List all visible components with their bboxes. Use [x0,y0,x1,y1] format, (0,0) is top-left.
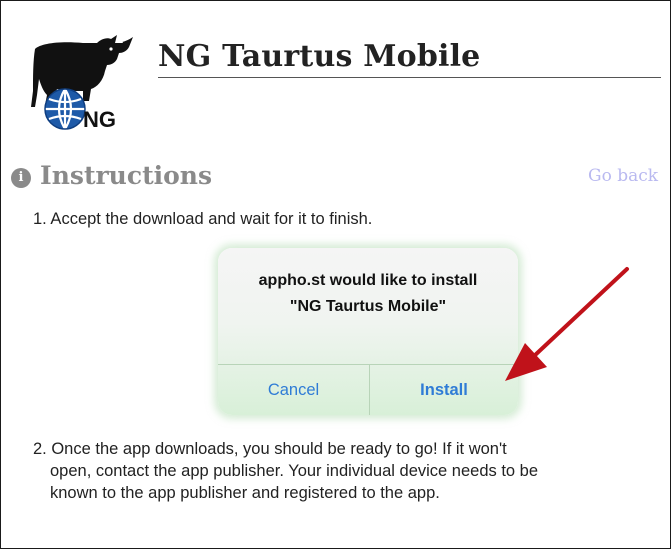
dialog-message-line1: appho.st would like to install [258,272,478,289]
red-arrow-icon [505,267,629,381]
dialog-message: appho.st would like to install "NG Taurt… [218,268,518,320]
logo-text: NG [83,107,116,132]
step-2-text: 2. Once the app downloads, you should be… [33,438,633,504]
go-back-link[interactable]: Go back [588,166,658,186]
step-2-line1: 2. Once the app downloads, you should be… [33,440,507,458]
instructions-page: NG NG Taurtus Mobile i Instructions Go b… [0,0,671,549]
title-divider [158,77,661,78]
info-icon: i [11,168,31,188]
step-2-line3: known to the app publisher and registere… [50,484,440,502]
globe-icon [44,88,86,130]
bull-icon [31,35,133,107]
cancel-button[interactable]: Cancel [218,365,369,415]
instructions-heading: Instructions [40,161,213,190]
dialog-message-line2: "NG Taurtus Mobile" [289,298,447,315]
logo: NG [31,35,133,132]
page-title: NG Taurtus Mobile [158,39,481,74]
step-2-line2: open, contact the app publisher. Your in… [50,462,539,480]
install-dialog: appho.st would like to install "NG Taurt… [218,248,518,415]
step-1-text: 1. Accept the download and wait for it t… [33,210,373,228]
